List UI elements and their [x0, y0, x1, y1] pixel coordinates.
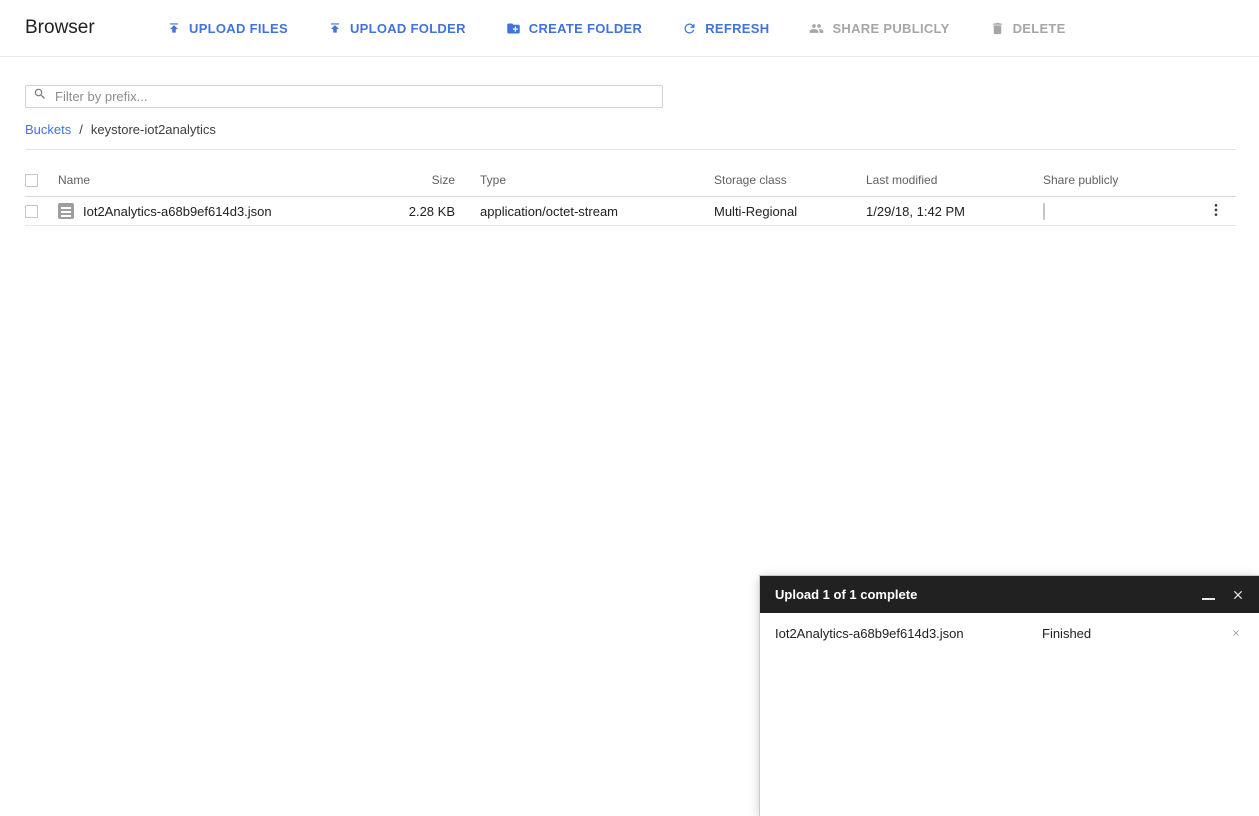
- share-publicly-checkbox[interactable]: [1043, 202, 1045, 220]
- filter-box: [25, 85, 663, 108]
- filter-input[interactable]: [55, 89, 662, 104]
- dismiss-upload-item-icon[interactable]: [1231, 628, 1241, 638]
- column-header-name: Name: [58, 173, 91, 187]
- upload-dialog-title: Upload 1 of 1 complete: [775, 587, 918, 602]
- group-icon: [809, 21, 824, 36]
- column-header-last-modified: Last modified: [866, 173, 938, 187]
- app-header: Browser UPLOAD FILES UPLOAD FOLDER CREAT…: [0, 0, 1259, 57]
- upload-folder-label: UPLOAD FOLDER: [349, 20, 466, 36]
- upload-files-button[interactable]: UPLOAD FILES: [167, 21, 288, 36]
- column-header-storage-class: Storage class: [714, 173, 787, 187]
- upload-icon: [328, 21, 342, 35]
- upload-item-row: Iot2Analytics-a68b9ef614d3.json Finished: [760, 616, 1259, 650]
- table-row: Iot2Analytics-a68b9ef614d3.json 2.28 KB …: [25, 197, 1236, 226]
- upload-dialog-header: Upload 1 of 1 complete: [760, 576, 1259, 613]
- select-all-checkbox[interactable]: [25, 174, 38, 187]
- delete-button: DELETE: [990, 21, 1066, 36]
- file-name-link[interactable]: Iot2Analytics-a68b9ef614d3.json: [83, 204, 272, 219]
- create-folder-button[interactable]: CREATE FOLDER: [506, 21, 642, 36]
- file-size: 2.28 KB: [408, 203, 455, 219]
- breadcrumb-current-bucket: keystore-iot2analytics: [90, 122, 216, 137]
- breadcrumb-buckets-link[interactable]: Buckets: [25, 122, 71, 137]
- table-header-row: Name Size Type Storage class Last modifi…: [25, 150, 1236, 197]
- main-content: Buckets / keystore-iot2analytics Name Si…: [25, 85, 1259, 226]
- upload-item-name: Iot2Analytics-a68b9ef614d3.json: [775, 625, 964, 641]
- create-folder-icon: [506, 21, 521, 36]
- column-header-size: Size: [431, 173, 455, 187]
- upload-status-dialog: Upload 1 of 1 complete Iot2Analytics-a68…: [759, 575, 1259, 816]
- file-last-modified: 1/29/18, 1:42 PM: [866, 203, 966, 219]
- file-icon: [58, 203, 74, 219]
- refresh-label: REFRESH: [705, 20, 770, 36]
- refresh-icon: [682, 21, 697, 36]
- upload-icon: [167, 21, 181, 35]
- column-header-share-publicly: Share publicly: [1043, 173, 1119, 187]
- create-folder-label: CREATE FOLDER: [528, 20, 643, 36]
- share-publicly-button: SHARE PUBLICLY: [809, 21, 949, 36]
- upload-folder-button[interactable]: UPLOAD FOLDER: [328, 21, 466, 36]
- refresh-button[interactable]: REFRESH: [682, 21, 769, 36]
- row-checkbox[interactable]: [25, 204, 38, 218]
- objects-table: Name Size Type Storage class Last modifi…: [25, 150, 1236, 226]
- minimize-icon[interactable]: [1202, 597, 1215, 600]
- page-title: Browser: [25, 17, 95, 38]
- row-overflow-menu-icon[interactable]: [1208, 202, 1224, 221]
- column-header-type: Type: [480, 173, 507, 187]
- file-storage-class: Multi-Regional: [714, 203, 798, 219]
- delete-label: DELETE: [1012, 20, 1066, 36]
- share-publicly-label: SHARE PUBLICLY: [832, 20, 950, 36]
- breadcrumb-separator: /: [79, 122, 83, 137]
- close-icon[interactable]: [1231, 588, 1245, 602]
- breadcrumb: Buckets / keystore-iot2analytics: [25, 122, 1259, 137]
- toolbar: UPLOAD FILES UPLOAD FOLDER CREATE FOLDER…: [167, 21, 1106, 36]
- upload-item-status: Finished: [1042, 625, 1092, 641]
- search-icon: [33, 87, 47, 106]
- upload-files-label: UPLOAD FILES: [189, 20, 288, 36]
- delete-icon: [990, 21, 1005, 36]
- file-type: application/octet-stream: [480, 203, 619, 219]
